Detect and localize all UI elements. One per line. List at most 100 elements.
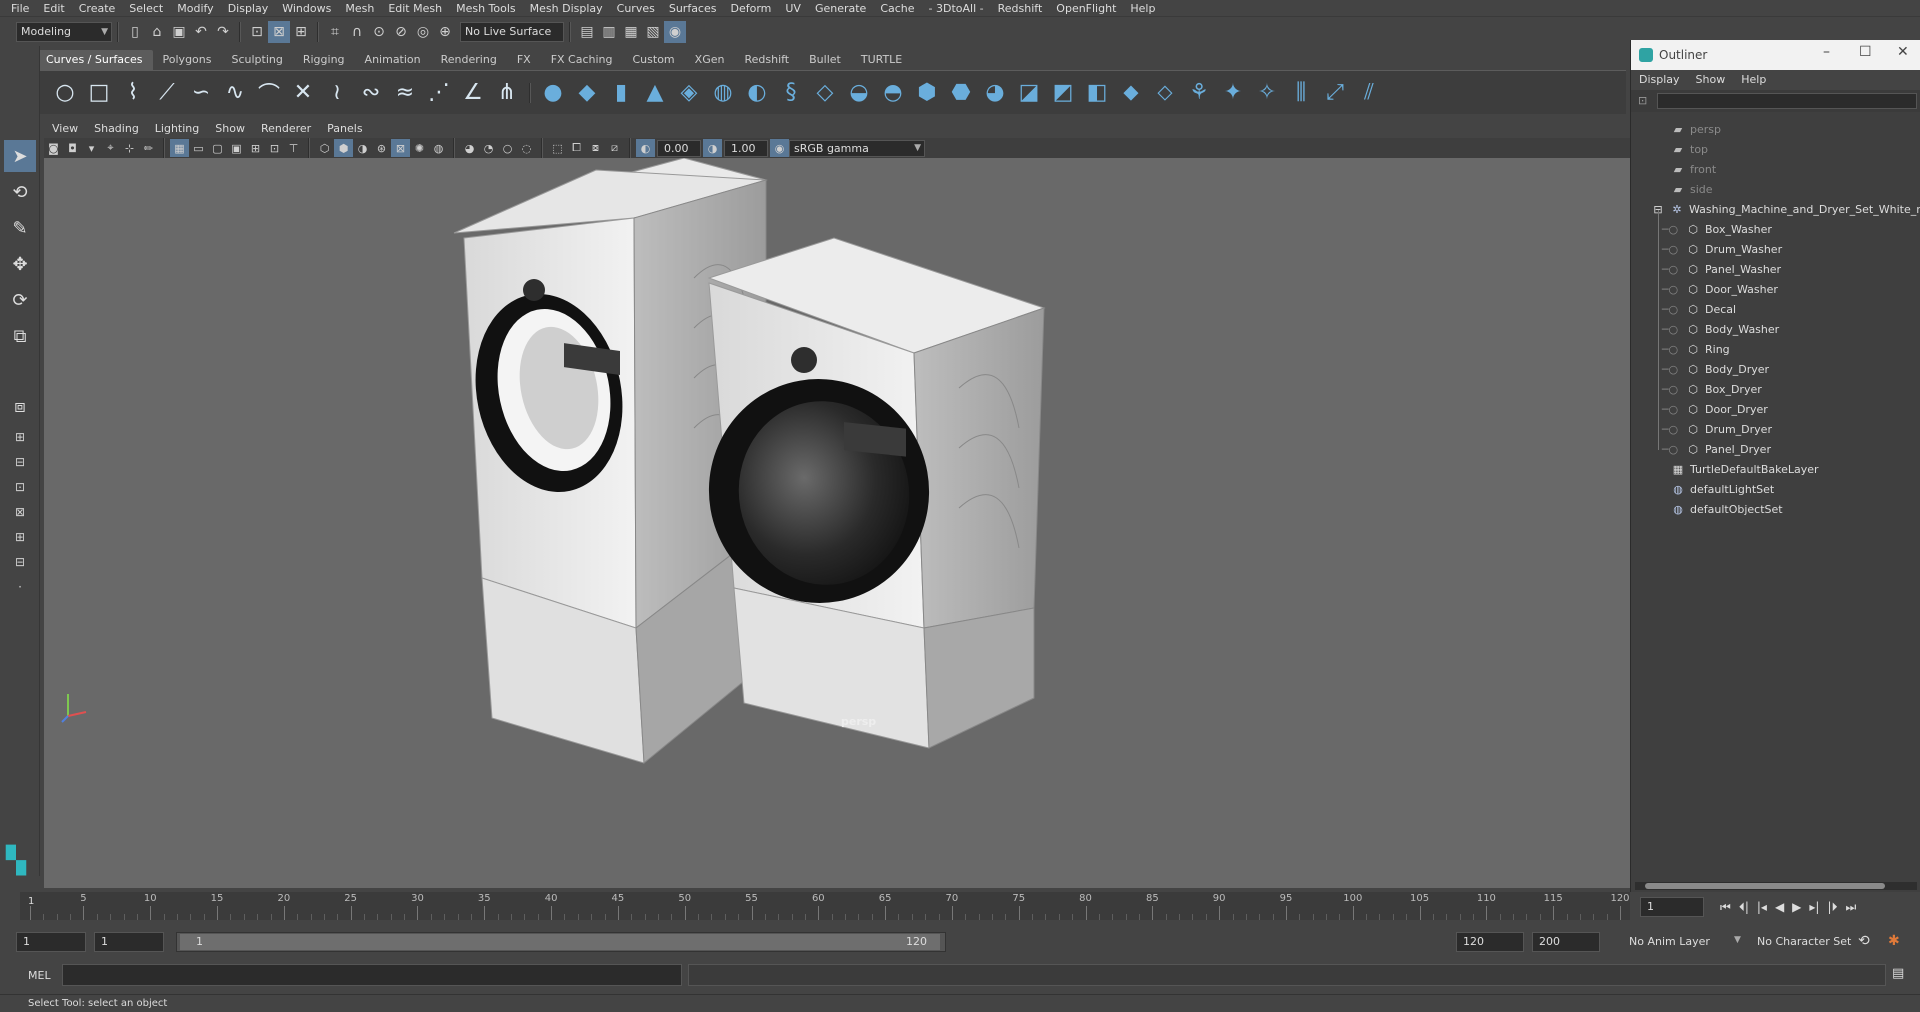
resolution-gate-icon[interactable]: ▢ <box>208 139 227 157</box>
exposure-icon[interactable]: ◐ <box>636 139 655 157</box>
current-frame-field[interactable]: 1 <box>1640 897 1704 917</box>
nurbs-plane-icon[interactable]: ◈ <box>672 73 706 113</box>
gamma-icon[interactable]: ◑ <box>703 139 722 157</box>
curve-tool-icon[interactable]: ⋔ <box>490 73 524 113</box>
viewport-menu-shading[interactable]: Shading <box>86 119 147 138</box>
shelf-tab-bullet[interactable]: Bullet <box>799 50 851 70</box>
outliner-hscrollbar[interactable] <box>1635 882 1917 890</box>
range-slider-thumb[interactable] <box>180 934 940 950</box>
close-icon[interactable]: ✕ <box>1897 44 1909 60</box>
outliner-menu-help[interactable]: Help <box>1733 70 1774 90</box>
viewport-menu-renderer[interactable]: Renderer <box>253 119 319 138</box>
four-view-layout-icon[interactable]: ⊞ <box>4 426 36 448</box>
shelf-tab-curves-surfaces[interactable]: Curves / Surfaces <box>36 50 153 70</box>
outliner-item[interactable]: ─○ ⬡ Decal <box>1662 300 1736 320</box>
play-forwards-icon[interactable]: ▶ <box>1792 900 1801 914</box>
screen-space-ao-icon[interactable]: ◕ <box>460 139 479 157</box>
step-forward-key-icon[interactable]: |⏵ <box>1827 900 1837 915</box>
loft-icon[interactable]: § <box>774 73 808 113</box>
shelf-tab-turtle[interactable]: TURTLE <box>851 50 912 70</box>
use-all-lights-icon[interactable]: ✺ <box>410 139 429 157</box>
shelf-tab-sculpting[interactable]: Sculpting <box>221 50 292 70</box>
extrude-icon[interactable]: ◒ <box>842 73 876 113</box>
motion-blur-icon[interactable]: ◔ <box>479 139 498 157</box>
nurbs-torus-icon[interactable]: ◍ <box>706 73 740 113</box>
menu-edit-mesh[interactable]: Edit Mesh <box>381 0 449 17</box>
outliner-item-front[interactable]: ▰ front <box>1671 160 1716 180</box>
bookmark-icon[interactable]: ▾ <box>82 139 101 157</box>
save-scene-icon[interactable]: ▣ <box>168 21 190 43</box>
outliner-item-side[interactable]: ▰ side <box>1671 180 1713 200</box>
shelf-tab-rigging[interactable]: Rigging <box>293 50 355 70</box>
end-time-field[interactable]: 200 <box>1532 932 1600 952</box>
insert-isoparm-icon[interactable]: ⫼ <box>1284 73 1318 113</box>
script-language-toggle[interactable]: MEL <box>28 969 51 982</box>
outliner-layout-icon[interactable]: ⊡ <box>4 476 36 498</box>
menu-windows[interactable]: Windows <box>275 0 338 17</box>
auto-key-icon[interactable]: ⟲ <box>1858 933 1870 949</box>
shelf-tab-animation[interactable]: Animation <box>355 50 431 70</box>
viewport-menu-show[interactable]: Show <box>207 119 253 138</box>
xray-icon[interactable]: ⧠ <box>567 139 586 157</box>
nurbs-cylinder-icon[interactable]: ▮ <box>604 73 638 113</box>
wireframe-icon[interactable]: ⬡ <box>315 139 334 157</box>
menu-curves[interactable]: Curves <box>610 0 662 17</box>
attach-surfaces-icon[interactable]: ⬦ <box>1148 73 1182 113</box>
script-editor-icon[interactable]: ▤ <box>1892 966 1904 981</box>
fillet-curve-icon[interactable]: ∠ <box>456 73 490 113</box>
open-scene-icon[interactable]: ⌂ <box>146 21 168 43</box>
outliner-item[interactable]: ─○ ⬡ Panel_Washer <box>1662 260 1781 280</box>
select-object-icon[interactable]: ⊠ <box>268 20 290 43</box>
xray-active-icon[interactable]: ⧇ <box>586 139 605 157</box>
character-set-dropdown[interactable]: No Character Set <box>1750 932 1868 952</box>
new-scene-icon[interactable]: ▯ <box>124 21 146 43</box>
bezier-curve-icon[interactable]: ∽ <box>184 73 218 113</box>
uv-layout-icon[interactable]: ⊟ <box>4 551 36 573</box>
attach-curves-icon[interactable]: ≀ <box>320 73 354 113</box>
live-surface-field[interactable]: No Live Surface <box>460 21 564 42</box>
anim-layer-dropdown[interactable]: No Anim Layer <box>1622 932 1740 952</box>
revolve-icon[interactable]: ◐ <box>740 73 774 113</box>
custom-layout-icon[interactable]: · <box>4 576 36 598</box>
field-chart-icon[interactable]: ⊞ <box>246 139 265 157</box>
step-back-key-icon[interactable]: ⏴| <box>1739 900 1749 915</box>
safe-action-icon[interactable]: ⊡ <box>265 139 284 157</box>
menu-file[interactable]: File <box>4 0 36 17</box>
project-curve-icon[interactable]: ◪ <box>1012 73 1046 113</box>
isolate-select-icon[interactable]: ⬚ <box>548 139 567 157</box>
shelf-tab-redshift[interactable]: Redshift <box>734 50 799 70</box>
menu-deform[interactable]: Deform <box>723 0 778 17</box>
ep-curve-icon[interactable]: ⟋ <box>150 73 184 113</box>
rebuild-curve-icon[interactable]: ≈ <box>388 73 422 113</box>
gate-mask-icon[interactable]: ▣ <box>227 139 246 157</box>
workspace-dropdown[interactable]: Modeling ▼ <box>16 21 112 42</box>
shelf-tab-custom[interactable]: Custom <box>623 50 685 70</box>
smooth-shade-icon[interactable]: ⬢ <box>334 139 353 157</box>
outliner-item[interactable]: ─○ ⬡ Panel_Dryer <box>1662 440 1771 460</box>
shelf-tab-fx[interactable]: FX <box>507 50 541 70</box>
hypershade-icon[interactable]: ◉ <box>664 20 686 43</box>
hypershade-layout-icon[interactable]: ⊞ <box>4 526 36 548</box>
outliner-search-input[interactable] <box>1657 93 1917 109</box>
shelf-tab-xgen[interactable]: XGen <box>685 50 735 70</box>
outliner-item-washing-machine-and-dryer-set-[interactable]: ⊟✲Washing_Machine_and_Dryer_Set_White_nc <box>1653 200 1920 220</box>
menu-mesh-display[interactable]: Mesh Display <box>523 0 610 17</box>
snap-surface-icon[interactable]: ◎ <box>412 21 434 43</box>
square-surface-icon[interactable]: ⬣ <box>944 73 978 113</box>
lasso-tool-icon[interactable]: ⟲ <box>4 176 36 208</box>
menu-mesh[interactable]: Mesh <box>338 0 381 17</box>
viewport-menu-panels[interactable]: Panels <box>319 119 370 138</box>
anim-layer-arrow-icon[interactable]: ▼ <box>1734 935 1741 945</box>
exposure-field[interactable]: 0.00 <box>657 139 701 157</box>
grid-icon[interactable]: ▦ <box>170 139 189 157</box>
outliner-item-persp[interactable]: ▰ persp <box>1671 120 1721 140</box>
viewport-menu-view[interactable]: View <box>44 119 86 138</box>
xray-joints-icon[interactable]: ⧄ <box>605 139 624 157</box>
filter-icon[interactable]: ⊡ <box>1638 94 1647 107</box>
paint-select-icon[interactable]: ✎ <box>4 212 36 244</box>
step-forward-frame-icon[interactable]: ▸| <box>1809 900 1819 914</box>
two-pane-layout-icon[interactable]: ⊟ <box>4 451 36 473</box>
trim-tool-icon[interactable]: ◩ <box>1046 73 1080 113</box>
select-component-icon[interactable]: ⊞ <box>290 21 312 43</box>
intersect-surfaces-icon[interactable]: ⬥ <box>1114 73 1148 113</box>
